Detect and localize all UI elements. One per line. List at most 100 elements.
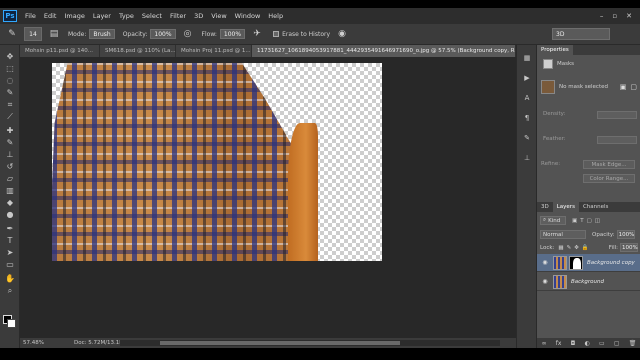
bottom-letterbox bbox=[0, 348, 640, 360]
clone-source-panel-icon[interactable]: ⊥ bbox=[522, 153, 532, 163]
menu-3d[interactable]: 3D bbox=[194, 12, 203, 20]
pixel-mask-icon[interactable]: ▣ bbox=[620, 83, 627, 91]
menu-select[interactable]: Select bbox=[142, 12, 162, 20]
actions-panel-icon[interactable]: ▶ bbox=[522, 73, 532, 83]
path-selection-tool-icon[interactable]: ➤ bbox=[4, 247, 16, 258]
add-mask-icon[interactable]: ◘ bbox=[571, 340, 576, 347]
clone-stamp-tool-icon[interactable]: ⊥ bbox=[4, 149, 16, 160]
flow-field[interactable]: 100% bbox=[219, 29, 246, 39]
tab-channels[interactable]: Channels bbox=[579, 202, 612, 212]
layer-mask-thumbnail[interactable] bbox=[569, 255, 583, 270]
healing-brush-tool-icon[interactable]: ✚ bbox=[4, 125, 16, 136]
lock-icons[interactable]: ▦✎✥🔒 bbox=[558, 245, 591, 251]
document-canvas[interactable] bbox=[52, 63, 382, 261]
vector-mask-icon[interactable]: ▢ bbox=[630, 83, 637, 91]
new-group-icon[interactable]: ▭ bbox=[599, 340, 605, 347]
menu-edit[interactable]: Edit bbox=[44, 12, 57, 20]
erase-to-history-checkbox[interactable] bbox=[273, 31, 280, 37]
dodge-tool-icon[interactable]: ● bbox=[4, 209, 16, 220]
menu-image[interactable]: Image bbox=[64, 12, 84, 20]
layer-row-background[interactable]: ◉ Background bbox=[537, 273, 640, 291]
brush-panel-toggle-icon[interactable]: ▤ bbox=[48, 28, 60, 40]
layer-thumbnail bbox=[553, 255, 567, 270]
maximize-button[interactable]: ▫ bbox=[612, 12, 617, 20]
brush-tool-icon[interactable]: ✎ bbox=[4, 137, 16, 148]
minimize-button[interactable]: – bbox=[600, 12, 604, 20]
opacity-field[interactable]: 100% bbox=[150, 29, 176, 39]
workspace-preset-select[interactable]: 3D bbox=[552, 28, 610, 40]
tab-document-3[interactable]: Mohsin Proj 11.psd @ 1... bbox=[176, 45, 252, 57]
tab-document-active[interactable]: 11731627_1061894053917881_44429354916469… bbox=[252, 45, 516, 57]
shape-tool-icon[interactable]: ▭ bbox=[4, 259, 16, 270]
crop-tool-icon[interactable]: ⌗ bbox=[4, 99, 16, 110]
visibility-eye-icon[interactable]: ◉ bbox=[540, 259, 550, 266]
quick-selection-tool-icon[interactable]: ✎ bbox=[4, 87, 16, 98]
menu-view[interactable]: View bbox=[211, 12, 226, 20]
tools-panel: ✥ ⬚ ◌ ✎ ⌗ ⟋ ✚ ✎ ⊥ ↺ ▱ ▥ ◆ ● ✒ T ➤ ▭ ✋ ⌕ bbox=[0, 45, 20, 348]
zoom-tool-icon[interactable]: ⌕ bbox=[4, 285, 16, 296]
background-color-swatch[interactable] bbox=[7, 319, 16, 328]
layer-style-icon[interactable]: fx bbox=[556, 340, 562, 347]
mode-label: Mode: bbox=[68, 30, 87, 38]
layer-kind-filter[interactable]: ⌕ Kind bbox=[540, 216, 566, 225]
visibility-eye-icon[interactable]: ◉ bbox=[540, 278, 550, 285]
pressure-size-icon[interactable]: ◉ bbox=[336, 28, 348, 40]
tab-properties[interactable]: Properties bbox=[537, 45, 573, 55]
gradient-tool-icon[interactable]: ▥ bbox=[4, 185, 16, 196]
history-brush-tool-icon[interactable]: ↺ bbox=[4, 161, 16, 172]
delete-layer-icon[interactable]: 🗑 bbox=[629, 340, 637, 347]
tab-layers[interactable]: Layers bbox=[552, 202, 579, 212]
close-button[interactable]: ✕ bbox=[626, 12, 632, 20]
history-panel-icon[interactable]: ▦ bbox=[522, 53, 532, 63]
zoom-level[interactable]: 57.48% bbox=[23, 340, 44, 346]
search-icon: ⌕ bbox=[543, 217, 547, 223]
layer-opacity-field[interactable]: 100% bbox=[616, 230, 635, 239]
character-panel-icon[interactable]: A bbox=[522, 93, 532, 103]
type-tool-icon[interactable]: T bbox=[4, 235, 16, 246]
tab-document-1[interactable]: Mohsin p11.psd @ 140... bbox=[20, 45, 100, 57]
marquee-tool-icon[interactable]: ⬚ bbox=[4, 63, 16, 74]
menu-file[interactable]: File bbox=[25, 12, 36, 20]
eraser-tool-preset-icon[interactable]: ✎ bbox=[6, 28, 18, 40]
density-field[interactable] bbox=[597, 111, 637, 119]
blur-tool-icon[interactable]: ◆ bbox=[4, 197, 16, 208]
erase-to-history-label: Erase to History bbox=[282, 30, 331, 38]
feather-field[interactable] bbox=[597, 136, 637, 144]
eyedropper-tool-icon[interactable]: ⟋ bbox=[4, 111, 16, 122]
tab-document-2[interactable]: SM618.psd @ 110% (La... bbox=[100, 45, 176, 57]
layer-row-background-copy[interactable]: ◉ Background copy bbox=[537, 254, 640, 272]
plaid-shirt-image bbox=[52, 63, 312, 261]
menu-type[interactable]: Type bbox=[119, 12, 134, 20]
canvas-workspace[interactable] bbox=[20, 57, 516, 338]
hand-tool-icon[interactable]: ✋ bbox=[4, 273, 16, 284]
fill-label: Fill: bbox=[608, 244, 618, 251]
eraser-tool-icon[interactable]: ▱ bbox=[4, 173, 16, 184]
horizontal-scroll-thumb[interactable] bbox=[160, 341, 400, 345]
mode-select[interactable]: Brush bbox=[89, 29, 115, 39]
lock-label: Lock: bbox=[540, 244, 555, 251]
fill-field[interactable]: 100% bbox=[620, 243, 638, 252]
blend-mode-select[interactable]: Normal bbox=[540, 230, 586, 239]
mask-edge-button[interactable]: Mask Edge... bbox=[583, 160, 635, 169]
link-layers-icon[interactable]: ∞ bbox=[542, 340, 547, 347]
filter-icons[interactable]: ▣T▢◫ bbox=[572, 218, 603, 224]
masks-title: Masks bbox=[557, 61, 575, 67]
pressure-opacity-icon[interactable]: ◎ bbox=[182, 28, 194, 40]
menu-bar: Ps File Edit Image Layer Type Select Fil… bbox=[0, 8, 640, 24]
adjustment-layer-icon[interactable]: ◐ bbox=[585, 340, 590, 347]
menu-help[interactable]: Help bbox=[268, 12, 283, 20]
horizontal-scrollbar[interactable] bbox=[120, 340, 500, 346]
airbrush-icon[interactable]: ✈ bbox=[251, 28, 263, 40]
move-tool-icon[interactable]: ✥ bbox=[4, 51, 16, 62]
new-layer-icon[interactable]: ▢ bbox=[614, 340, 620, 347]
menu-layer[interactable]: Layer bbox=[93, 12, 111, 20]
lasso-tool-icon[interactable]: ◌ bbox=[4, 75, 16, 86]
pen-tool-icon[interactable]: ✒ bbox=[4, 223, 16, 234]
menu-filter[interactable]: Filter bbox=[170, 12, 186, 20]
brush-size-picker[interactable]: 14 bbox=[24, 27, 42, 41]
brush-panel-icon[interactable]: ✎ bbox=[522, 133, 532, 143]
color-range-button[interactable]: Color Range... bbox=[583, 174, 635, 183]
tab-3d[interactable]: 3D bbox=[537, 202, 553, 212]
menu-window[interactable]: Window bbox=[235, 12, 261, 20]
paragraph-panel-icon[interactable]: ¶ bbox=[522, 113, 532, 123]
